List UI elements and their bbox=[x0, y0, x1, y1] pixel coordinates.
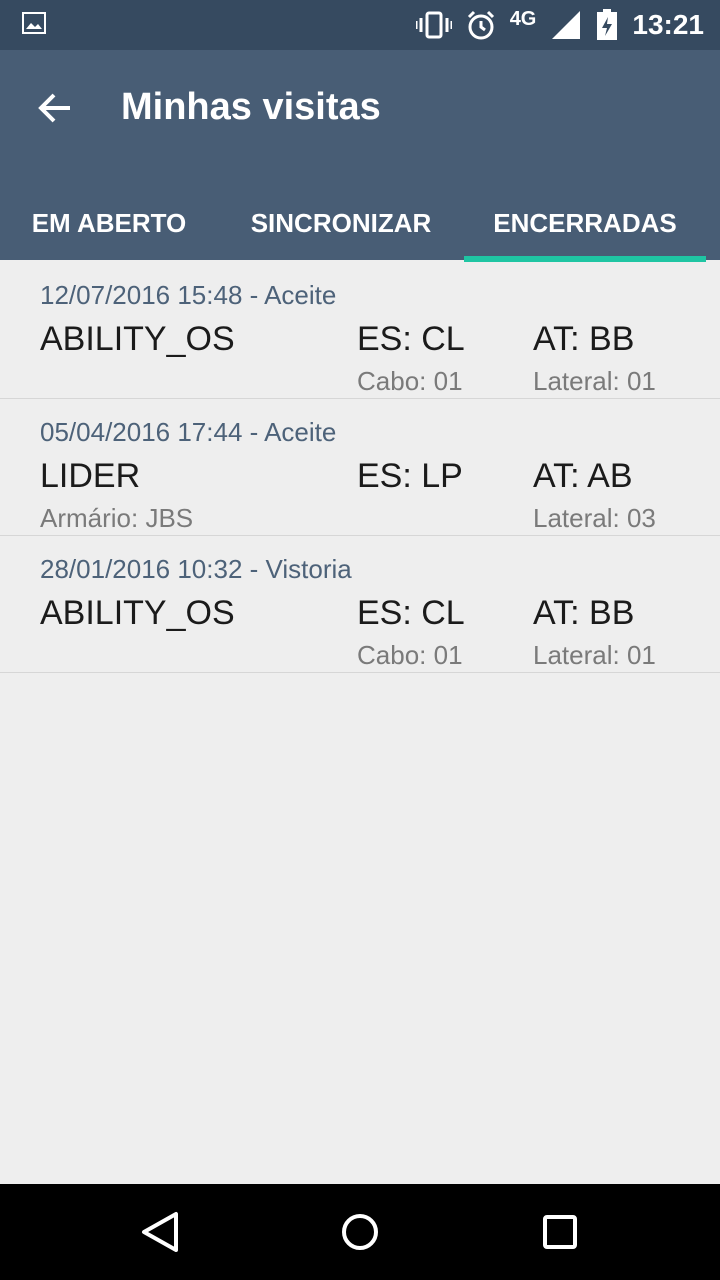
visit-date: 05/04/2016 17:44 - Aceite bbox=[40, 417, 337, 447]
arrow-back-icon[interactable] bbox=[36, 88, 76, 128]
tab-bar: EM ABERTO SINCRONIZAR ENCERRADAS bbox=[0, 186, 720, 262]
visit-name: ABILITY_OS bbox=[40, 594, 235, 632]
app-bar: Minhas visitas EM ABERTO SINCRONIZAR ENC… bbox=[0, 50, 720, 262]
clock: 13:21 bbox=[632, 9, 704, 40]
battery-icon bbox=[597, 9, 618, 40]
alarm-icon bbox=[467, 10, 494, 40]
back-triangle-icon[interactable] bbox=[130, 1202, 190, 1262]
visit-date: 28/01/2016 10:32 - Vistoria bbox=[40, 554, 352, 584]
list-item[interactable]: 12/07/2016 15:48 - Aceite ABILITY_OS ES:… bbox=[0, 262, 720, 399]
tab-encerradas[interactable]: ENCERRADAS bbox=[464, 186, 706, 260]
status-bar: 4G 13:21 bbox=[0, 0, 720, 50]
visit-at: AT: AB bbox=[533, 457, 633, 495]
visit-name: ABILITY_OS bbox=[40, 320, 235, 358]
visit-at: AT: BB bbox=[533, 320, 635, 358]
home-circle-icon[interactable] bbox=[330, 1202, 390, 1262]
visit-es: ES: LP bbox=[357, 457, 463, 495]
image-icon bbox=[22, 12, 46, 34]
visit-sub-1: Armário: JBS bbox=[40, 503, 194, 533]
signal-icon bbox=[552, 11, 581, 39]
visit-es: ES: CL bbox=[357, 594, 465, 632]
navigation-bar bbox=[0, 1184, 720, 1280]
visit-sub-2: Cabo: 01 bbox=[357, 366, 463, 396]
visit-at: AT: BB bbox=[533, 594, 635, 632]
tab-em-aberto[interactable]: EM ABERTO bbox=[0, 186, 218, 260]
visit-sub-3: Lateral: 03 bbox=[533, 503, 656, 533]
recents-square-icon[interactable] bbox=[530, 1202, 590, 1262]
network-type: 4G bbox=[509, 7, 537, 30]
page-title: Minhas visitas bbox=[121, 86, 381, 128]
visit-sub-3: Lateral: 01 bbox=[533, 366, 656, 396]
list-item[interactable]: 05/04/2016 17:44 - Aceite LIDER ES: LP A… bbox=[0, 399, 720, 536]
visit-date: 12/07/2016 15:48 - Aceite bbox=[40, 280, 337, 310]
list-item[interactable]: 28/01/2016 10:32 - Vistoria ABILITY_OS E… bbox=[0, 536, 720, 673]
visits-list: 12/07/2016 15:48 - Aceite ABILITY_OS ES:… bbox=[0, 262, 720, 673]
tab-sincronizar[interactable]: SINCRONIZAR bbox=[218, 186, 464, 260]
visit-sub-2: Cabo: 01 bbox=[357, 640, 463, 670]
visit-name: LIDER bbox=[40, 457, 141, 495]
visit-sub-3: Lateral: 01 bbox=[533, 640, 656, 670]
visit-es: ES: CL bbox=[357, 320, 465, 358]
vibrate-icon bbox=[415, 11, 452, 39]
